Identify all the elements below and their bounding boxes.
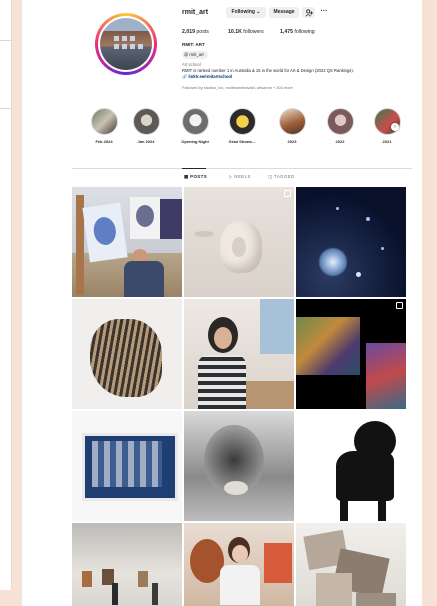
- highlight-cover: [132, 108, 160, 135]
- post-thumbnail[interactable]: [184, 299, 294, 409]
- profile-bio: RMIT is ranked number 1 in Australia & 1…: [182, 68, 354, 73]
- post-thumbnail[interactable]: [184, 411, 294, 521]
- profile-category: Art school: [182, 62, 201, 67]
- highlight-item[interactable]: Feb 2024: [84, 108, 124, 144]
- side-panel: [0, 0, 12, 590]
- highlights-next-button[interactable]: ›: [391, 123, 399, 131]
- following-button[interactable]: Following ⌄: [226, 7, 266, 18]
- highlight-label: Grad Showc...: [228, 139, 256, 144]
- message-button[interactable]: Message: [269, 7, 299, 18]
- panel-divider: [0, 108, 11, 109]
- profile-avatar[interactable]: [95, 13, 157, 75]
- highlight-item[interactable]: Grad Showc...: [222, 108, 262, 144]
- highlight-cover: [373, 108, 401, 135]
- post-thumbnail[interactable]: [72, 187, 182, 297]
- post-thumbnail[interactable]: [296, 187, 406, 297]
- profile-username: rmit_art: [182, 9, 209, 16]
- tab-reels[interactable]: ▷ REELS: [229, 174, 251, 180]
- tab-posts[interactable]: ▦ POSTS: [184, 174, 207, 180]
- profile-display-name: RMIT: ART: [182, 42, 205, 47]
- post-thumbnail[interactable]: [72, 523, 182, 606]
- tabs-divider: [72, 168, 412, 169]
- highlight-label: 2023: [287, 139, 297, 144]
- highlight-cover: [181, 108, 209, 135]
- threads-handle-chip[interactable]: @ rmit_art: [182, 51, 208, 59]
- highlight-label: 2021: [382, 139, 392, 144]
- highlight-label: Jan 2024: [137, 139, 155, 144]
- add-user-button[interactable]: [302, 7, 315, 18]
- post-thumbnail[interactable]: [184, 523, 294, 606]
- highlight-cover: [278, 108, 306, 135]
- highlight-cover: [90, 108, 118, 135]
- post-thumbnail[interactable]: [72, 299, 182, 409]
- instagram-profile-page: rmit_art Following ⌄ Message ··· 2,019 p…: [22, 0, 422, 606]
- profile-link[interactable]: 🔗 linktr.ee/rmitartschool: [182, 74, 232, 80]
- highlight-item[interactable]: 2023: [272, 108, 312, 144]
- more-options-button[interactable]: ···: [318, 7, 330, 18]
- post-thumbnail[interactable]: [296, 411, 406, 521]
- post-thumbnail[interactable]: [72, 411, 182, 521]
- highlight-item[interactable]: 2021: [367, 108, 407, 144]
- highlight-cover: [326, 108, 354, 135]
- post-thumbnail[interactable]: [296, 523, 406, 606]
- highlight-label: Opening Night: [181, 139, 209, 144]
- stat-following[interactable]: 1,475 following: [280, 29, 315, 35]
- more-icon: ···: [320, 8, 328, 15]
- avatar-image: [100, 18, 152, 70]
- highlight-label: 2022: [335, 139, 345, 144]
- highlight-item[interactable]: Opening Night: [175, 108, 215, 144]
- tab-tagged[interactable]: ◫ TAGGED: [268, 174, 295, 180]
- highlight-cover: [228, 108, 256, 135]
- highlight-item[interactable]: 2022: [320, 108, 360, 144]
- highlight-item[interactable]: Jan 2024: [126, 108, 166, 144]
- post-thumbnail[interactable]: [184, 187, 294, 297]
- post-thumbnail[interactable]: [296, 299, 406, 409]
- panel-divider: [0, 40, 11, 41]
- followed-by[interactable]: Followed by studios_ivo, mollieamehavald…: [182, 85, 293, 90]
- active-tab-indicator: [182, 168, 206, 169]
- chevron-right-icon: ›: [394, 124, 396, 130]
- stat-followers[interactable]: 10.1K followers: [228, 29, 264, 35]
- stat-posts: 2,019 posts: [182, 29, 209, 35]
- highlight-label: Feb 2024: [95, 139, 113, 144]
- add-user-icon: [304, 8, 313, 16]
